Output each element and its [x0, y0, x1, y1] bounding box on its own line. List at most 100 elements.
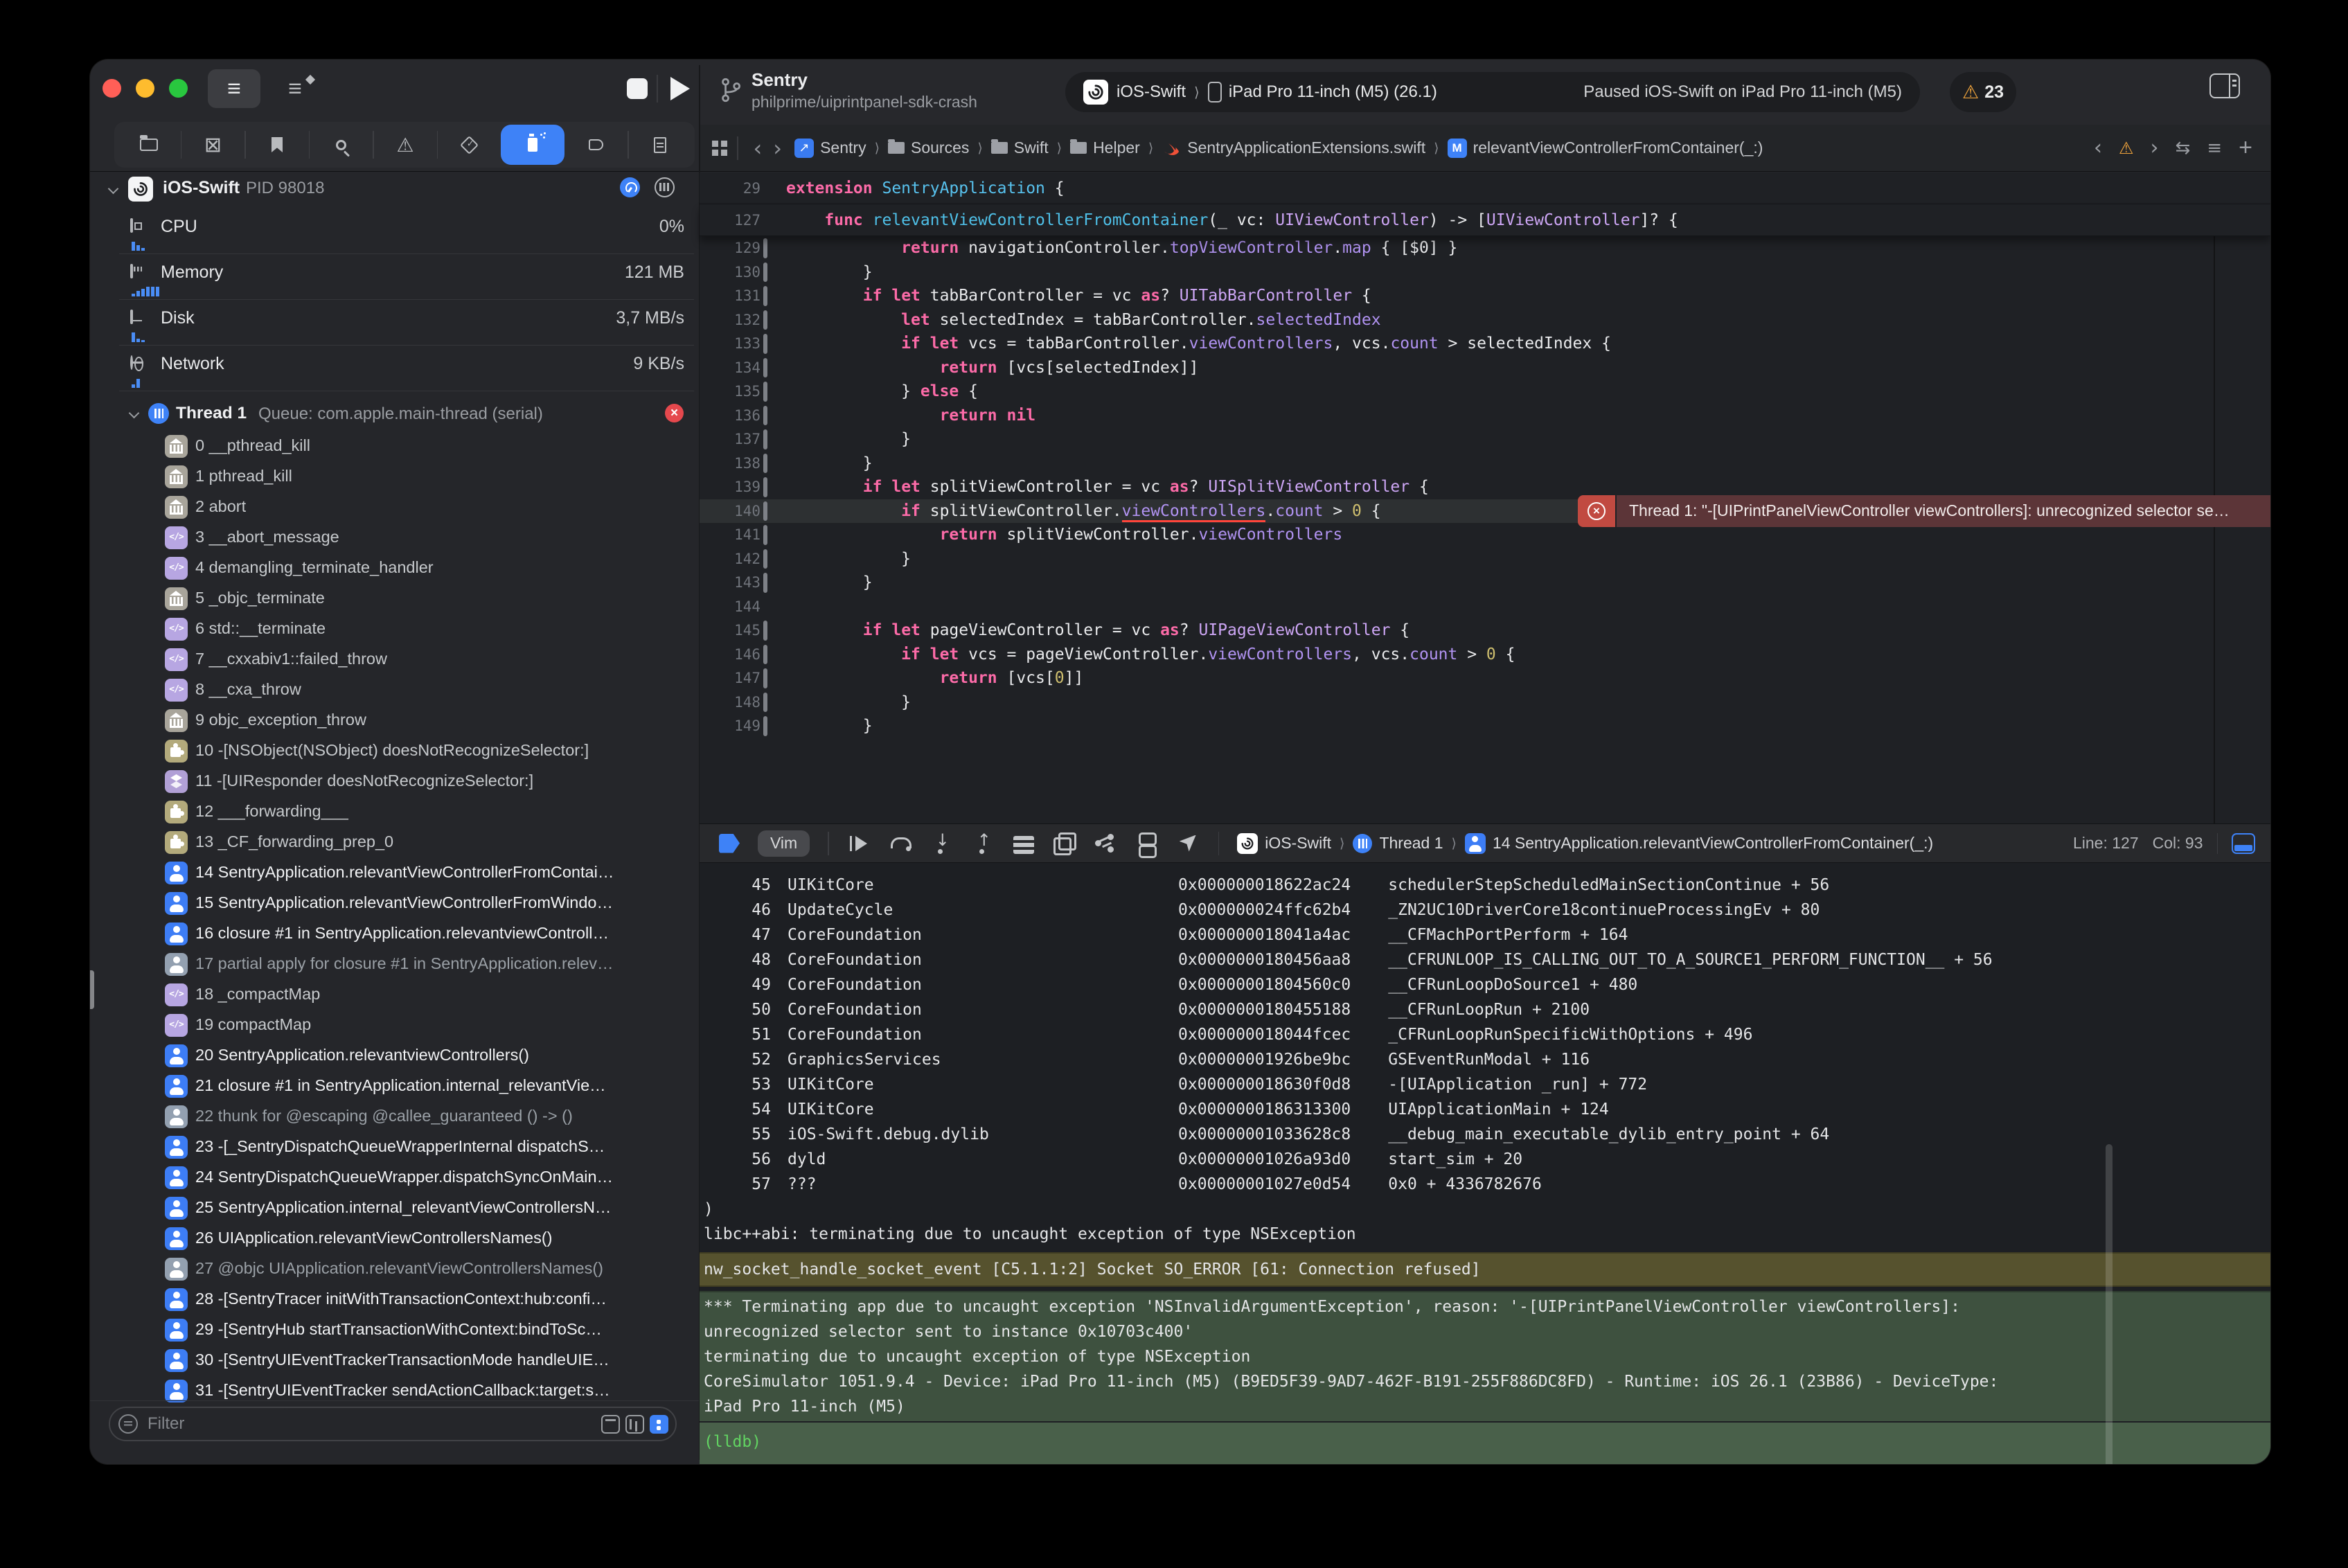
back-button[interactable]: ‹ [754, 135, 763, 161]
run-button[interactable] [670, 77, 690, 100]
console-scrollbar[interactable] [2106, 1144, 2113, 1464]
debug-breadcrumb-item[interactable]: Thread 1 [1353, 834, 1464, 853]
tab-issues[interactable]: ⚠ [386, 125, 425, 164]
tab-reports[interactable] [641, 125, 679, 164]
scheme-selector[interactable]: iOS-Swift ⟩ iPad Pro 11-inch (M5) (26.1)… [1065, 72, 1920, 112]
gauge-row[interactable]: CPU 0% [90, 208, 700, 254]
code-line[interactable]: 149 } [700, 714, 2270, 738]
tab-source-control[interactable]: ⊠ [194, 125, 233, 164]
code-line[interactable]: 143 } [700, 571, 2270, 595]
crashed-only-toggle-icon[interactable] [650, 1415, 668, 1434]
code-line[interactable]: 133 if let vcs = tabBarController.viewCo… [700, 332, 2270, 356]
code-line[interactable]: 136 return nil [700, 404, 2270, 428]
stack-frame-row[interactable]: 30 -[SentryUIEventTrackerTransactionMode… [90, 1346, 700, 1376]
stack-frame-row[interactable]: 9 objc_exception_throw [90, 706, 700, 736]
breadcrumb-item[interactable]: ↗ M Sentry [794, 139, 888, 158]
tab-search[interactable] [322, 125, 361, 164]
stack-frame-row[interactable]: 17 partial apply for closure #1 in Sentr… [90, 950, 700, 980]
stack-frame-row[interactable]: 27 @objc UIApplication.relevantViewContr… [90, 1254, 700, 1285]
gauge-row[interactable]: Memory 121 MB [90, 254, 700, 300]
lldb-prompt[interactable]: (lldb) [700, 1423, 2270, 1464]
append-list-icon[interactable]: ≡ [274, 69, 317, 108]
gauge-row[interactable]: Disk 3,7 MB/s [90, 300, 700, 346]
debug-graph-button[interactable] [1094, 832, 1117, 855]
tab-debug-selected[interactable] [501, 125, 564, 165]
stack-frame-row[interactable]: 18 _compactMap [90, 980, 700, 1010]
tab-breakpoints[interactable] [577, 125, 616, 164]
error-annotation[interactable]: × Thread 1: "-[UIPrintPanelViewControlle… [1578, 495, 2270, 527]
code-line[interactable]: 135 } else { [700, 380, 2270, 404]
stack-frame-row[interactable]: 16 closure #1 in SentryApplication.relev… [90, 919, 700, 950]
stack-frame-row[interactable]: 1 pthread_kill [90, 462, 700, 492]
code-line[interactable]: 129 return navigationController.topViewC… [700, 236, 2270, 260]
issue-warning-icon[interactable]: ⚠ [2119, 139, 2134, 158]
console-toggle-icon[interactable] [2232, 833, 2255, 854]
flatten-toggle-icon[interactable] [601, 1415, 620, 1434]
stack-frame-row[interactable]: 0 __pthread_kill [90, 431, 700, 462]
process-row[interactable]: iOS-Swift PID 98018 [90, 172, 700, 208]
stack-frame-row[interactable]: 20 SentryApplication.relevantviewControl… [90, 1041, 700, 1071]
thread-row[interactable]: Thread 1 Queue: com.apple.main-thread (s… [90, 398, 700, 431]
pane-resize-handle[interactable] [90, 970, 94, 1009]
debug-console[interactable]: 45 UIKitCore 0x000000018622ac24scheduler… [700, 863, 2270, 1464]
step-over-button[interactable] [889, 832, 912, 855]
performance-gauge-icon[interactable] [620, 177, 640, 197]
editor-options-icon[interactable]: ≡ [2207, 138, 2222, 159]
stack-frame-row[interactable]: 11 -[UIResponder doesNotRecognizeSelecto… [90, 767, 700, 797]
breadcrumb-item[interactable]: ↗ M Swift [991, 139, 1070, 157]
continue-button[interactable] [847, 832, 871, 855]
swap-editor-icon[interactable]: ⇆ [2176, 138, 2191, 159]
stack-frame-row[interactable]: 24 SentryDispatchQueueWrapper.dispatchSy… [90, 1163, 700, 1193]
stack-frame-row[interactable]: 19 compactMap [90, 1010, 700, 1041]
navigator-filter-input[interactable]: Filter [109, 1407, 677, 1441]
code-line[interactable]: 138 } [700, 452, 2270, 476]
next-issue-button[interactable]: › [2151, 136, 2159, 160]
code-line[interactable]: 134 return [vcs[selectedIndex]] [700, 356, 2270, 380]
step-out-button[interactable] [972, 832, 995, 855]
code-view[interactable]: 129 return navigationController.topViewC… [700, 236, 2270, 763]
stack-frame-row[interactable]: 5 _objc_terminate [90, 584, 700, 614]
minimize-button[interactable] [136, 79, 154, 98]
debug-breadcrumb-item[interactable]: 14 SentryApplication.relevantViewControl… [1465, 833, 1933, 854]
stack-frame-row[interactable]: 28 -[SentryTracer initWithTransactionCon… [90, 1285, 700, 1315]
stack-frame-row[interactable]: 22 thunk for @escaping @callee_guarantee… [90, 1102, 700, 1132]
close-button[interactable] [103, 79, 121, 98]
stack-frame-row[interactable]: 21 closure #1 in SentryApplication.inter… [90, 1071, 700, 1102]
memory-graph-button[interactable] [1052, 832, 1076, 855]
debug-breadcrumb-item[interactable]: iOS-Swift [1237, 833, 1353, 854]
code-line[interactable]: 147 return [vcs[0]] [700, 666, 2270, 691]
code-line[interactable]: 148 } [700, 691, 2270, 715]
navigator-toggle-button[interactable]: ≡ [208, 69, 260, 108]
tab-files[interactable] [130, 125, 168, 164]
frames-toggle-icon[interactable] [625, 1415, 644, 1434]
stack-frame-row[interactable]: 12 ___forwarding___ [90, 797, 700, 828]
forward-button[interactable]: › [773, 135, 782, 161]
stack-frame-row[interactable]: 14 SentryApplication.relevantViewControl… [90, 858, 700, 889]
tab-tests[interactable] [450, 125, 489, 164]
scheme-name[interactable]: iOS-Swift [1117, 82, 1186, 102]
code-line[interactable]: 142 } [700, 547, 2270, 571]
view-hierarchy-button[interactable] [1013, 836, 1034, 854]
zoom-button[interactable] [169, 79, 188, 98]
add-editor-button[interactable]: + [2239, 134, 2252, 161]
stack-frame-row[interactable]: 4 demangling_terminate_handler [90, 553, 700, 584]
stack-frame-row[interactable]: 7 __cxxabiv1::failed_throw [90, 645, 700, 675]
code-line[interactable]: 130 } [700, 260, 2270, 285]
code-line[interactable]: 144 [700, 595, 2270, 619]
stack-frame-row[interactable]: 15 SentryApplication.relevantViewControl… [90, 889, 700, 919]
code-line[interactable]: 131 if let tabBarController = vc as? UIT… [700, 284, 2270, 308]
breadcrumb-item[interactable]: ↗ M SentryApplicationExtensions.swift [1162, 139, 1447, 158]
code-line[interactable]: 132 let selectedIndex = tabBarController… [700, 308, 2270, 332]
environment-overrides-button[interactable] [1135, 832, 1159, 855]
tab-bookmarks[interactable] [258, 125, 296, 164]
stack-frame-row[interactable]: 29 -[SentryHub startTransactionWithConte… [90, 1315, 700, 1346]
stack-frame-row[interactable]: 23 -[_SentryDispatchQueueWrapperInternal… [90, 1132, 700, 1163]
code-line[interactable]: 146 if let vcs = pageViewController.view… [700, 643, 2270, 667]
stack-frame-row[interactable]: 26 UIApplication.relevantViewControllers… [90, 1224, 700, 1254]
stack-frame-row[interactable]: 2 abort [90, 492, 700, 523]
code-line[interactable]: 137 } [700, 427, 2270, 452]
breadcrumb-item[interactable]: ↗ M relevantViewControllerFromContainer(… [1448, 139, 1763, 158]
memory-ring-icon[interactable] [655, 177, 675, 197]
sticky-scope-line[interactable]: 29 extension SentryApplication { [700, 172, 2270, 204]
warning-count-badge[interactable]: ⚠ 23 [1950, 72, 2016, 112]
